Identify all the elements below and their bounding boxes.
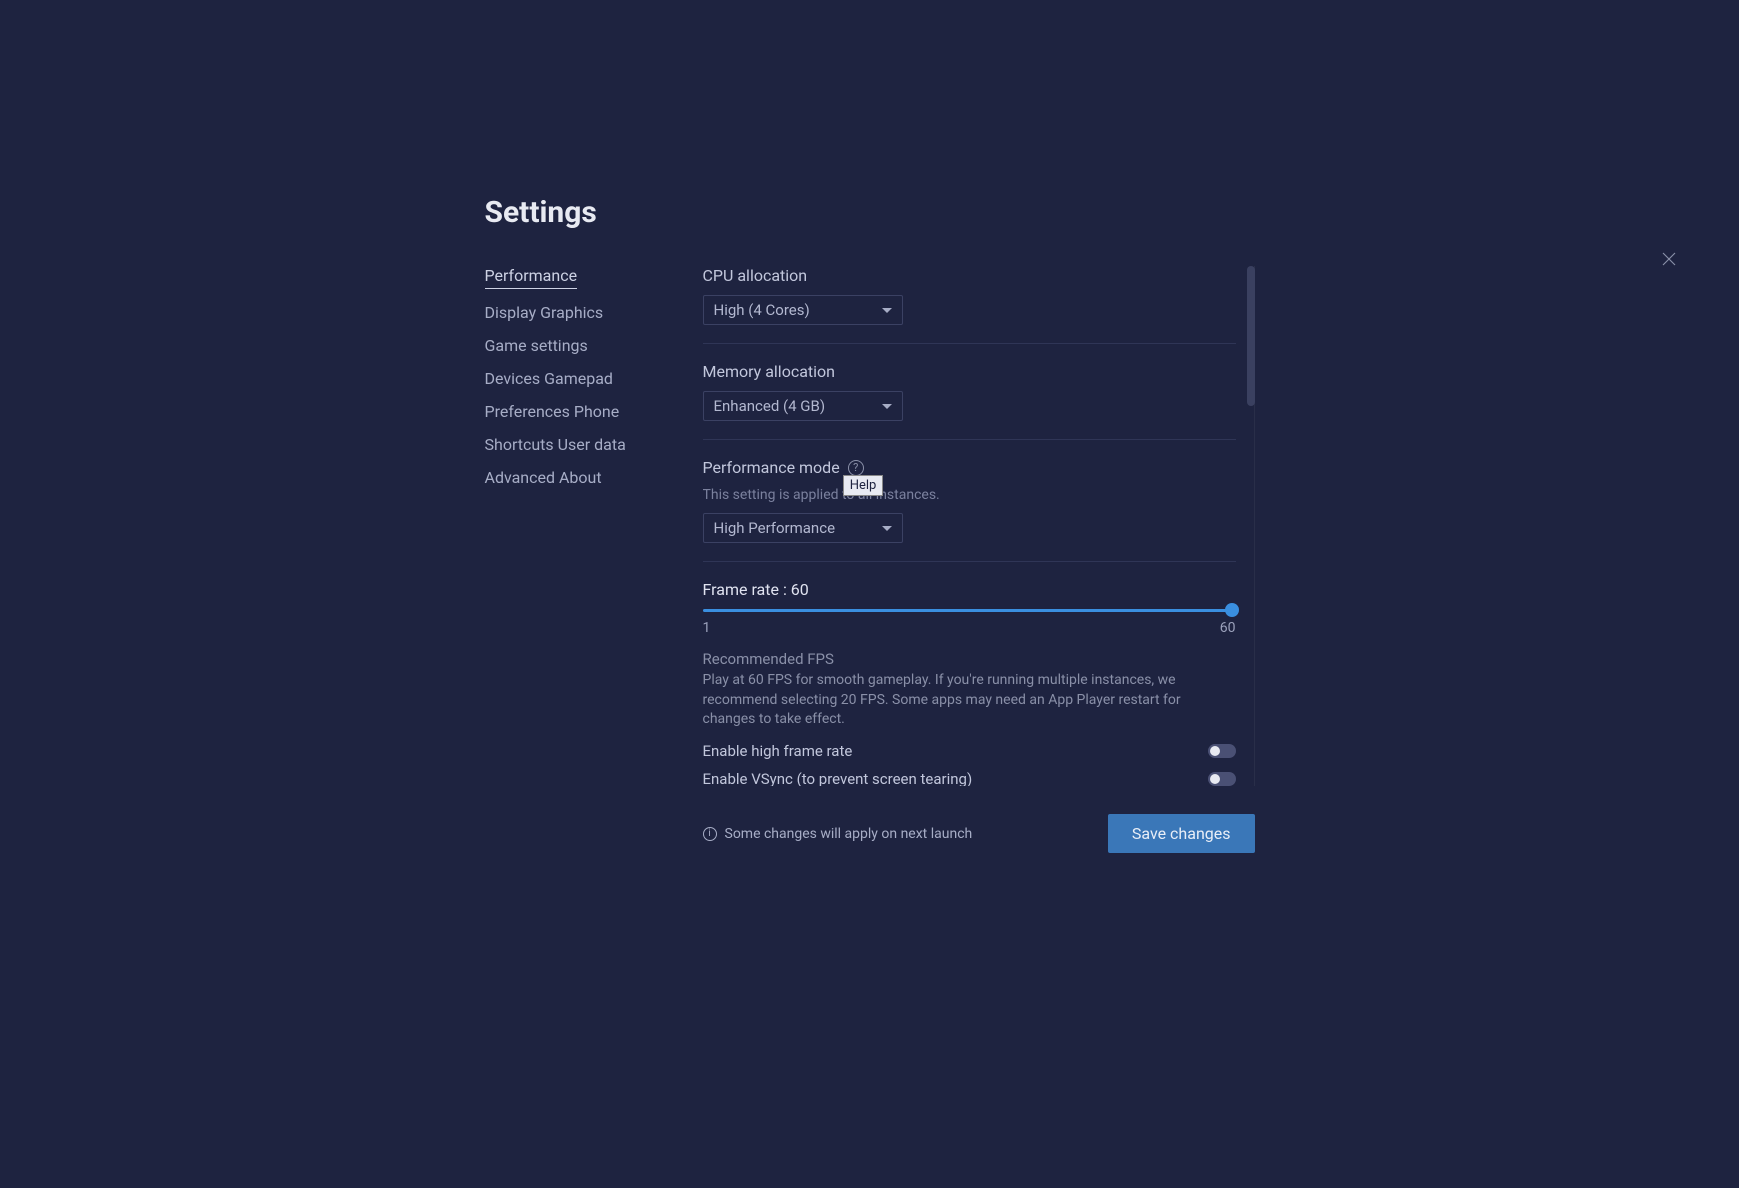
sidebar-item-preferences[interactable]: Preferences [485,402,570,421]
help-icon[interactable]: ? Help [848,460,864,476]
scrollbar-thumb[interactable] [1247,266,1255,406]
memory-label: Memory allocation [703,362,1236,381]
frame-rate-slider[interactable] [703,609,1236,612]
vsync-label: Enable VSync (to prevent screen tearing) [703,770,973,786]
close-icon [1660,250,1678,268]
chevron-down-icon [882,526,892,531]
sidebar-item-gamepad[interactable]: Gamepad [544,369,613,388]
settings-panel: CPU allocation High (4 Cores) Memory all… [703,266,1255,786]
high-frame-label: Enable high frame rate [703,742,853,760]
sidebar-item-performance[interactable]: Performance [485,266,578,289]
sidebar-item-game-settings[interactable]: Game settings [485,336,588,355]
recommended-fps-desc: Play at 60 FPS for smooth gameplay. If y… [703,671,1236,730]
recommended-fps-title: Recommended FPS [703,650,1236,668]
perf-mode-select-value: High Performance [714,519,836,537]
cpu-select-value: High (4 Cores) [714,301,810,319]
restart-notice: i Some changes will apply on next launch [703,826,973,842]
chevron-down-icon [882,404,892,409]
sidebar-item-display[interactable]: Display [485,303,537,322]
sidebar-item-user-data[interactable]: User data [558,435,626,454]
cpu-select[interactable]: High (4 Cores) [703,295,903,325]
frame-rate-label: Frame rate : 60 [703,580,1236,599]
sidebar-item-devices[interactable]: Devices [485,369,541,388]
perf-mode-section: Performance mode ? Help This setting is … [703,458,1236,562]
page-title: Settings [485,195,1255,230]
sidebar-item-graphics[interactable]: Graphics [540,303,603,322]
memory-section: Memory allocation Enhanced (4 GB) [703,362,1236,440]
save-button[interactable]: Save changes [1108,814,1255,853]
chevron-down-icon [882,308,892,313]
help-tooltip: Help [843,475,884,496]
cpu-section: CPU allocation High (4 Cores) [703,266,1236,344]
info-icon: i [703,827,717,841]
perf-mode-subtext: This setting is applied to all instances… [703,487,1236,503]
high-frame-toggle[interactable] [1208,744,1236,758]
slider-min: 1 [703,620,711,636]
memory-select-value: Enhanced (4 GB) [714,397,826,415]
perf-mode-label: Performance mode [703,458,840,477]
sidebar: Performance Display Graphics Game settin… [485,266,633,853]
sidebar-item-shortcuts[interactable]: Shortcuts [485,435,554,454]
memory-select[interactable]: Enhanced (4 GB) [703,391,903,421]
frame-rate-section: Frame rate : 60 1 60 Recommended FPS Pla… [703,580,1236,786]
sidebar-item-about[interactable]: About [559,468,602,487]
slider-max: 60 [1220,620,1236,636]
cpu-label: CPU allocation [703,266,1236,285]
sidebar-item-phone[interactable]: Phone [574,402,619,421]
slider-thumb[interactable] [1225,603,1239,617]
perf-mode-select[interactable]: High Performance [703,513,903,543]
sidebar-item-advanced[interactable]: Advanced [485,468,556,487]
vsync-toggle[interactable] [1208,772,1236,786]
close-button[interactable] [1660,250,1684,274]
